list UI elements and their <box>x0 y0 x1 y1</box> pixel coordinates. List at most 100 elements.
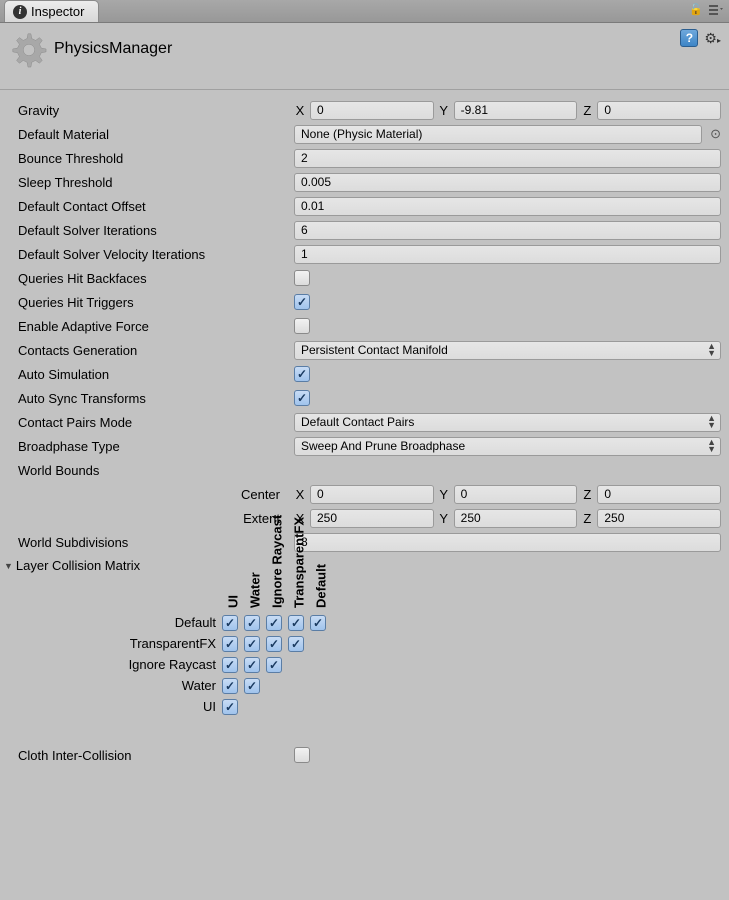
queries-hit-triggers-checkbox[interactable] <box>294 294 310 310</box>
axis-z: Z <box>581 487 593 502</box>
matrix-checkbox[interactable] <box>222 678 238 694</box>
label-world-bounds-extent: Extent <box>18 511 294 526</box>
component-menu-icon[interactable]: ⚙▸ <box>704 30 721 47</box>
label-contacts-generation: Contacts Generation <box>18 343 294 358</box>
label-default-solver-velocity-iterations: Default Solver Velocity Iterations <box>18 247 294 262</box>
auto-simulation-checkbox[interactable] <box>294 366 310 382</box>
inspector-tab[interactable]: i Inspector <box>4 0 99 22</box>
matrix-checkbox[interactable] <box>222 657 238 673</box>
tabbar: i Inspector 🔓 <box>0 0 729 23</box>
matrix-row-header: UI <box>102 696 222 717</box>
axis-x: X <box>294 487 306 502</box>
contact-pairs-mode-select[interactable]: Default Contact Pairs ▲▼ <box>294 413 721 432</box>
world-bounds-extent-z-input[interactable] <box>597 509 721 528</box>
world-subdivisions-input[interactable] <box>294 533 721 552</box>
foldout-triangle-icon: ▼ <box>4 561 13 571</box>
help-icon[interactable]: ? <box>680 29 698 47</box>
matrix-checkbox[interactable] <box>244 678 260 694</box>
prop-gravity: Gravity X Y Z <box>18 98 721 122</box>
label-contact-pairs-mode: Contact Pairs Mode <box>18 415 294 430</box>
gravity-z-input[interactable] <box>597 101 721 120</box>
default-material-field[interactable]: None (Physic Material) <box>294 125 702 144</box>
default-solver-velocity-iterations-input[interactable] <box>294 245 721 264</box>
label-gravity: Gravity <box>18 103 294 118</box>
gravity-y-input[interactable] <box>454 101 578 120</box>
panel-menu-icon[interactable] <box>709 5 723 15</box>
matrix-row-header: TransparentFX <box>102 633 222 654</box>
contacts-generation-value: Persistent Contact Manifold <box>301 343 448 357</box>
default-material-value: None (Physic Material) <box>301 127 422 141</box>
label-default-solver-iterations: Default Solver Iterations <box>18 223 294 238</box>
matrix-checkbox[interactable] <box>266 657 282 673</box>
enable-adaptive-force-checkbox[interactable] <box>294 318 310 334</box>
contacts-generation-select[interactable]: Persistent Contact Manifold ▲▼ <box>294 341 721 360</box>
world-bounds-extent-y-input[interactable] <box>454 509 578 528</box>
broadphase-type-select[interactable]: Sweep And Prune Broadphase ▲▼ <box>294 437 721 456</box>
axis-x: X <box>294 103 306 118</box>
default-contact-offset-input[interactable] <box>294 197 721 216</box>
matrix-col-header: Ignore Raycast <box>270 515 285 608</box>
matrix-row-header: Ignore Raycast <box>102 654 222 675</box>
matrix-checkbox[interactable] <box>222 615 238 631</box>
matrix-col-header: Water <box>248 572 263 608</box>
label-broadphase-type: Broadphase Type <box>18 439 294 454</box>
axis-y: Y <box>438 103 450 118</box>
prop-cloth-inter-collision: Cloth Inter-Collision <box>18 743 721 767</box>
matrix-checkbox[interactable] <box>222 699 238 715</box>
layer-collision-matrix-foldout[interactable]: ▼ Layer Collision Matrix <box>4 554 721 575</box>
matrix-col-header: Default <box>314 564 329 608</box>
default-solver-iterations-input[interactable] <box>294 221 721 240</box>
prop-default-material: Default Material None (Physic Material) … <box>18 122 721 146</box>
queries-hit-backfaces-checkbox[interactable] <box>294 270 310 286</box>
matrix-checkbox[interactable] <box>244 615 260 631</box>
dropdown-arrows-icon: ▲▼ <box>707 439 716 453</box>
prop-default-contact-offset: Default Contact Offset <box>18 194 721 218</box>
label-queries-hit-backfaces: Queries Hit Backfaces <box>18 271 294 286</box>
tab-label: Inspector <box>31 4 84 19</box>
matrix-checkbox[interactable] <box>310 615 326 631</box>
label-default-material: Default Material <box>18 127 294 142</box>
matrix-checkbox[interactable] <box>288 615 304 631</box>
matrix-checkbox[interactable] <box>288 636 304 652</box>
prop-auto-sync-transforms: Auto Sync Transforms <box>18 386 721 410</box>
prop-bounce-threshold: Bounce Threshold <box>18 146 721 170</box>
matrix-checkbox[interactable] <box>244 657 260 673</box>
world-bounds-extent-x-input[interactable] <box>310 509 434 528</box>
prop-broadphase-type: Broadphase Type Sweep And Prune Broadpha… <box>18 434 721 458</box>
cloth-inter-collision-checkbox[interactable] <box>294 747 310 763</box>
matrix-checkbox[interactable] <box>222 636 238 652</box>
dropdown-arrows-icon: ▲▼ <box>707 343 716 357</box>
label-layer-collision-matrix: Layer Collision Matrix <box>16 558 140 573</box>
matrix-checkbox[interactable] <box>244 636 260 652</box>
axis-z: Z <box>581 511 593 526</box>
prop-world-subdivisions: World Subdivisions <box>18 530 721 554</box>
info-icon: i <box>13 5 27 19</box>
prop-world-bounds-extent: Extent X Y Z <box>18 506 721 530</box>
settings-gear-icon <box>8 29 48 69</box>
lock-icon[interactable]: 🔓 <box>689 3 703 16</box>
matrix-col-header: UI <box>226 595 241 608</box>
label-auto-simulation: Auto Simulation <box>18 367 294 382</box>
contact-pairs-mode-value: Default Contact Pairs <box>301 415 414 429</box>
matrix-col-header: TransparentFX <box>292 517 307 608</box>
axis-z: Z <box>581 103 593 118</box>
component-header: PhysicsManager ? ⚙▸ <box>0 23 729 90</box>
sleep-threshold-input[interactable] <box>294 173 721 192</box>
bounce-threshold-input[interactable] <box>294 149 721 168</box>
matrix-checkbox[interactable] <box>266 615 282 631</box>
label-auto-sync-transforms: Auto Sync Transforms <box>18 391 294 406</box>
prop-enable-adaptive-force: Enable Adaptive Force <box>18 314 721 338</box>
world-bounds-center-x-input[interactable] <box>310 485 434 504</box>
matrix-checkbox[interactable] <box>266 636 282 652</box>
label-world-subdivisions: World Subdivisions <box>18 535 294 550</box>
world-bounds-center-z-input[interactable] <box>597 485 721 504</box>
layer-collision-matrix: UIWaterIgnore RaycastTransparentFXDefaul… <box>102 591 721 717</box>
label-queries-hit-triggers: Queries Hit Triggers <box>18 295 294 310</box>
object-picker-icon[interactable]: ⊙ <box>710 126 721 142</box>
gravity-x-input[interactable] <box>310 101 434 120</box>
label-world-bounds: World Bounds <box>18 463 294 478</box>
prop-sleep-threshold: Sleep Threshold <box>18 170 721 194</box>
auto-sync-transforms-checkbox[interactable] <box>294 390 310 406</box>
prop-auto-simulation: Auto Simulation <box>18 362 721 386</box>
world-bounds-center-y-input[interactable] <box>454 485 578 504</box>
